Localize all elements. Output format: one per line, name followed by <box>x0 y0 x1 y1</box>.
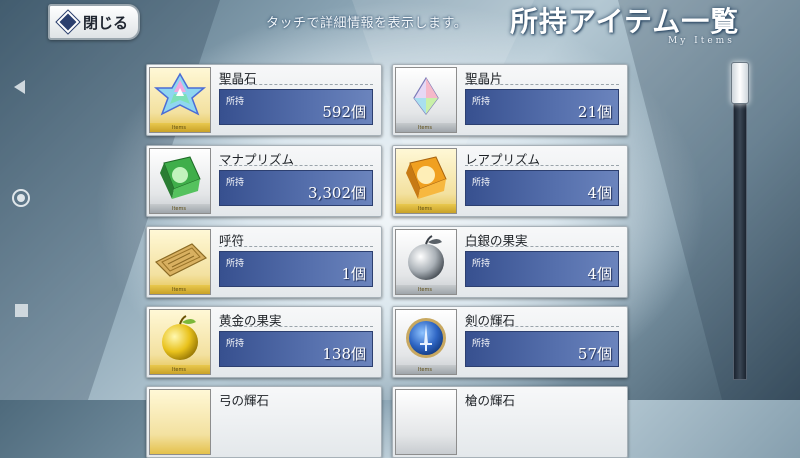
rarity-band: Items <box>150 123 210 132</box>
count-value: 3,302個 <box>308 184 366 202</box>
count-value: 592個 <box>322 103 366 121</box>
item-card-saber-gem[interactable]: Items 剣の輝石 所持 57個 <box>392 306 628 378</box>
count-value: 4個 <box>587 184 612 202</box>
divider <box>219 326 373 327</box>
count-box: 所持 138個 <box>219 331 373 367</box>
item-card-quartz-fragment[interactable]: Items 聖晶片 所持 21個 <box>392 64 628 136</box>
close-button-label: 閉じる <box>83 13 129 32</box>
item-card-golden-apple[interactable]: Items 黄金の果実 所持 138個 <box>146 306 382 378</box>
count-box: 所持 592個 <box>219 89 373 125</box>
quartz-fragment-icon <box>413 76 439 115</box>
summon-ticket-icon <box>154 243 208 277</box>
divider <box>465 326 619 327</box>
silver-apple-icon <box>408 235 444 280</box>
item-thumbnail: Items <box>395 229 457 295</box>
count-box: 所持 3,302個 <box>219 170 373 206</box>
item-thumbnail: Items <box>395 67 457 133</box>
count-box: 所持 4個 <box>465 251 619 287</box>
item-thumbnail: Items <box>149 309 211 375</box>
count-label: 所持 <box>472 178 491 188</box>
scrollbar-thumb[interactable] <box>731 62 749 104</box>
diamond-icon <box>57 10 75 34</box>
count-value: 1個 <box>341 265 366 283</box>
count-label: 所持 <box>472 339 491 349</box>
count-value: 4個 <box>587 265 612 283</box>
count-box: 所持 4個 <box>465 170 619 206</box>
divider <box>219 84 373 85</box>
rarity-band: Items <box>396 204 456 213</box>
rare-prism-icon <box>406 156 447 199</box>
item-card-mana-prism[interactable]: Items マナプリズム 所持 3,302個 <box>146 145 382 217</box>
back-icon[interactable] <box>14 80 25 94</box>
item-card-archer-gem[interactable]: 弓の輝石 <box>146 386 382 458</box>
rarity-band: Items <box>396 365 456 374</box>
item-thumbnail <box>395 389 457 455</box>
golden-apple-icon <box>162 315 198 360</box>
scrollbar-track[interactable] <box>733 62 747 380</box>
divider <box>219 246 373 247</box>
count-box: 所持 57個 <box>465 331 619 367</box>
item-thumbnail: Items <box>149 229 211 295</box>
divider <box>465 246 619 247</box>
item-card-silver-apple[interactable]: Items 白銀の果実 所持 4個 <box>392 226 628 298</box>
count-box: 所持 1個 <box>219 251 373 287</box>
item-card-saint-quartz[interactable]: Items 聖晶石 所持 592個 <box>146 64 382 136</box>
count-label: 所持 <box>226 259 245 269</box>
item-thumbnail <box>149 389 211 455</box>
mana-prism-icon <box>160 156 201 199</box>
saint-quartz-icon <box>153 72 207 116</box>
item-thumbnail: Items <box>395 148 457 214</box>
item-card-lancer-gem[interactable]: 槍の輝石 <box>392 386 628 458</box>
count-value: 21個 <box>577 103 612 121</box>
count-label: 所持 <box>472 97 491 107</box>
rarity-band: Items <box>396 123 456 132</box>
item-card-rare-prism[interactable]: Items レアプリズム 所持 4個 <box>392 145 628 217</box>
count-label: 所持 <box>226 339 245 349</box>
item-thumbnail: Items <box>149 67 211 133</box>
home-icon[interactable] <box>12 189 30 207</box>
count-box: 所持 21個 <box>465 89 619 125</box>
rarity-band: Items <box>396 285 456 294</box>
count-label: 所持 <box>472 259 491 269</box>
count-value: 57個 <box>577 345 612 363</box>
divider <box>219 165 373 166</box>
saber-gem-icon <box>406 318 446 358</box>
count-value: 138個 <box>322 345 366 363</box>
rarity-band: Items <box>150 285 210 294</box>
count-label: 所持 <box>226 97 245 107</box>
rarity-band: Items <box>150 204 210 213</box>
item-thumbnail: Items <box>149 148 211 214</box>
count-label: 所持 <box>226 178 245 188</box>
touch-hint: タッチで詳細情報を表示します。 <box>266 16 468 31</box>
close-button[interactable]: 閉じる <box>48 4 140 40</box>
divider <box>465 165 619 166</box>
item-thumbnail: Items <box>395 309 457 375</box>
system-navigation-bar <box>0 0 46 400</box>
page-title: 所持アイテム一覧 <box>510 5 740 38</box>
item-card-summon-ticket[interactable]: Items 呼符 所持 1個 <box>146 226 382 298</box>
page-subtitle: My Items <box>668 36 735 46</box>
rarity-band: Items <box>150 365 210 374</box>
recent-apps-icon[interactable] <box>15 304 28 317</box>
divider <box>465 84 619 85</box>
